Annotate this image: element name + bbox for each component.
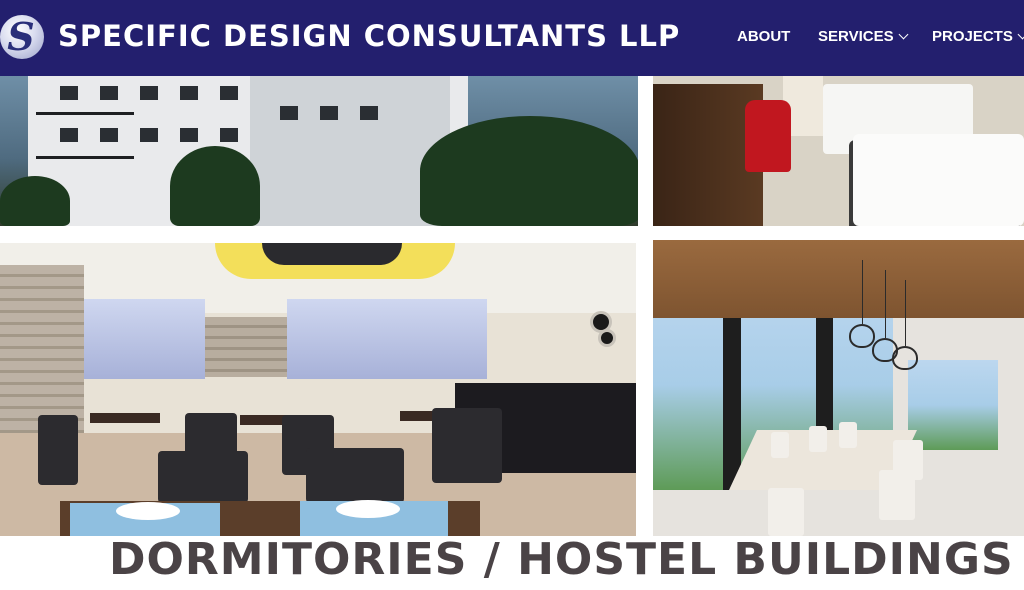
palm-tree xyxy=(170,146,260,226)
palm-tree xyxy=(420,116,638,226)
balcony-rail xyxy=(36,112,134,115)
dining-chair xyxy=(879,470,915,520)
balcony-rail xyxy=(36,156,134,159)
nav-about[interactable]: ABOUT xyxy=(737,28,790,45)
building-window xyxy=(100,128,118,142)
building-window xyxy=(60,128,78,142)
dining-chair xyxy=(158,451,248,503)
lamp-cord xyxy=(862,260,863,324)
brand-name[interactable]: SPECIFIC DESIGN CONSULTANTS LLP xyxy=(58,19,680,53)
pendant-lamp xyxy=(849,324,875,348)
logo-glyph: S xyxy=(7,15,35,59)
chevron-down-icon xyxy=(898,29,909,40)
glass-wall xyxy=(908,360,998,450)
building-window xyxy=(220,86,238,100)
page-heading: DORMITORIES / HOSTEL BUILDINGS xyxy=(109,534,1014,585)
building-window xyxy=(100,86,118,100)
dining-chair xyxy=(768,488,804,536)
dining-table xyxy=(90,413,160,423)
dining-chair xyxy=(38,415,78,485)
building-window xyxy=(140,86,158,100)
pendant-lamp xyxy=(892,346,918,370)
nav-services-label: SERVICES xyxy=(818,28,894,45)
stone-wall xyxy=(205,317,287,377)
ceiling-medallion xyxy=(262,243,402,265)
building-window xyxy=(140,128,158,142)
nav-projects[interactable]: PROJECTS xyxy=(932,28,1024,45)
restaurant-window xyxy=(287,299,487,379)
chevron-down-icon xyxy=(1017,29,1024,40)
gallery-photo-restaurant[interactable] xyxy=(0,243,636,536)
dining-chair xyxy=(809,426,827,452)
building-window xyxy=(60,86,78,100)
lamp-cord xyxy=(885,270,886,338)
gallery-photo-hotel-room[interactable] xyxy=(653,76,1024,226)
nav-services[interactable]: SERVICES xyxy=(818,28,909,45)
dining-chair xyxy=(432,408,502,483)
building-window xyxy=(180,86,198,100)
building-window xyxy=(280,106,298,120)
dining-chair xyxy=(771,432,789,458)
desk-chair xyxy=(745,100,791,172)
building-window xyxy=(360,106,378,120)
wall-mirror xyxy=(598,329,616,347)
plate xyxy=(336,500,400,518)
restaurant-window xyxy=(84,299,205,379)
lamp-cord xyxy=(905,280,906,346)
gallery-photo-apartment-building[interactable] xyxy=(0,76,638,226)
wood-ceiling xyxy=(653,240,1024,318)
bed xyxy=(853,134,1024,226)
building-window xyxy=(220,128,238,142)
palm-tree xyxy=(0,176,70,226)
logo-icon[interactable]: S xyxy=(0,15,44,59)
nav-projects-label: PROJECTS xyxy=(932,28,1013,45)
gallery-photo-dining-pavilion[interactable] xyxy=(653,240,1024,536)
nav-about-label: ABOUT xyxy=(737,28,791,45)
site-header: S SPECIFIC DESIGN CONSULTANTS LLP ABOUT … xyxy=(0,0,1024,76)
dining-chair xyxy=(839,422,857,448)
building-window xyxy=(320,106,338,120)
dining-chair xyxy=(306,448,404,503)
plate xyxy=(116,502,180,520)
building-window xyxy=(180,128,198,142)
